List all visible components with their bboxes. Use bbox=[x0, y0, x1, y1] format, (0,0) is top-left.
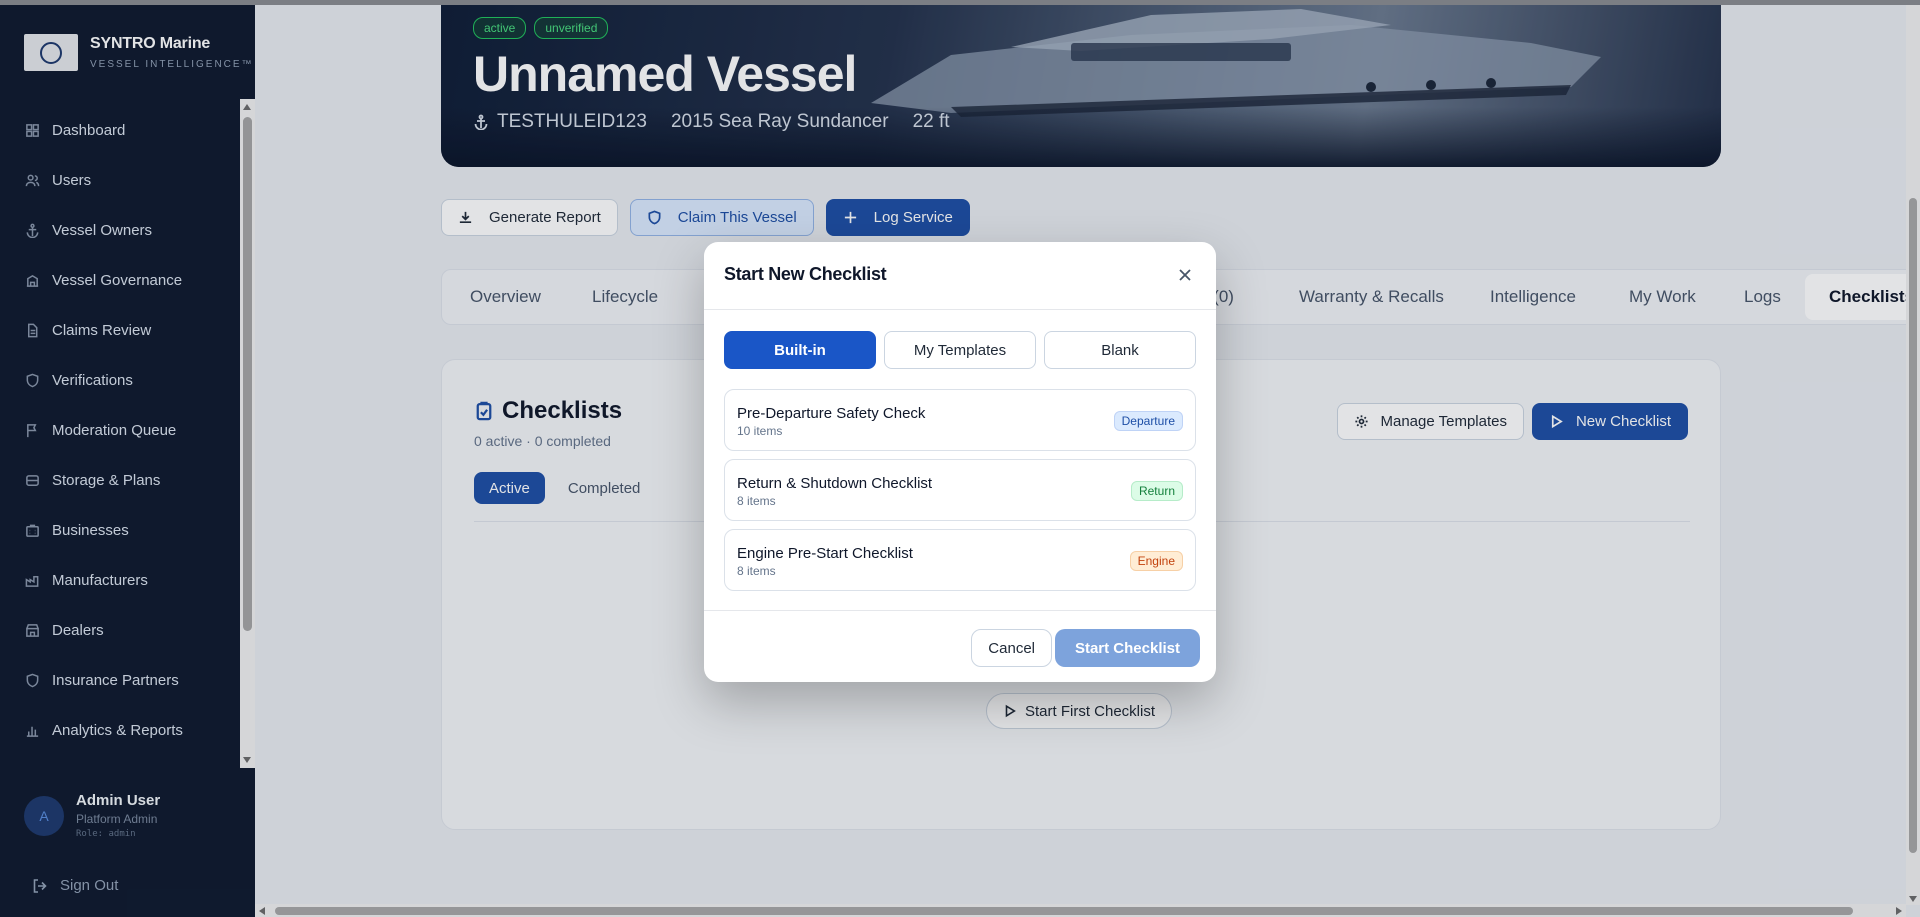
template-tag: Return bbox=[1130, 481, 1183, 501]
close-icon bbox=[1179, 269, 1191, 281]
dialog-title: Start New Checklist bbox=[724, 264, 887, 284]
template-name: Pre-Departure Safety Check bbox=[737, 405, 926, 422]
tab-built-in[interactable]: Built-in bbox=[724, 331, 876, 369]
start-checklist-dialog: Start New Checklist Built-in My Template… bbox=[704, 242, 1216, 682]
start-checklist-button[interactable]: Start Checklist bbox=[1054, 629, 1200, 667]
template-item-pre-departure[interactable]: Pre-Departure Safety Check 10 items Depa… bbox=[724, 389, 1196, 451]
tab-blank[interactable]: Blank bbox=[1044, 331, 1196, 369]
template-name: Return & Shutdown Checklist bbox=[737, 475, 933, 492]
template-name: Engine Pre-Start Checklist bbox=[737, 545, 913, 562]
template-tag: Departure bbox=[1113, 411, 1183, 431]
template-count: 8 items bbox=[737, 494, 776, 508]
close-button[interactable] bbox=[1176, 266, 1194, 284]
template-source-tabs: Built-in My Templates Blank bbox=[724, 331, 1196, 369]
template-count: 8 items bbox=[737, 564, 776, 578]
template-tag: Engine bbox=[1129, 551, 1183, 571]
cancel-button[interactable]: Cancel bbox=[971, 629, 1052, 667]
template-list: Pre-Departure Safety Check 10 items Depa… bbox=[724, 389, 1196, 599]
template-item-engine-pre-start[interactable]: Engine Pre-Start Checklist 8 items Engin… bbox=[724, 529, 1196, 591]
dialog-header: Start New Checklist bbox=[704, 242, 1216, 310]
template-count: 10 items bbox=[737, 424, 783, 438]
template-item-return-shutdown[interactable]: Return & Shutdown Checklist 8 items Retu… bbox=[724, 459, 1196, 521]
dialog-footer: Cancel Start Checklist bbox=[704, 610, 1216, 682]
tab-my-templates[interactable]: My Templates bbox=[884, 331, 1036, 369]
